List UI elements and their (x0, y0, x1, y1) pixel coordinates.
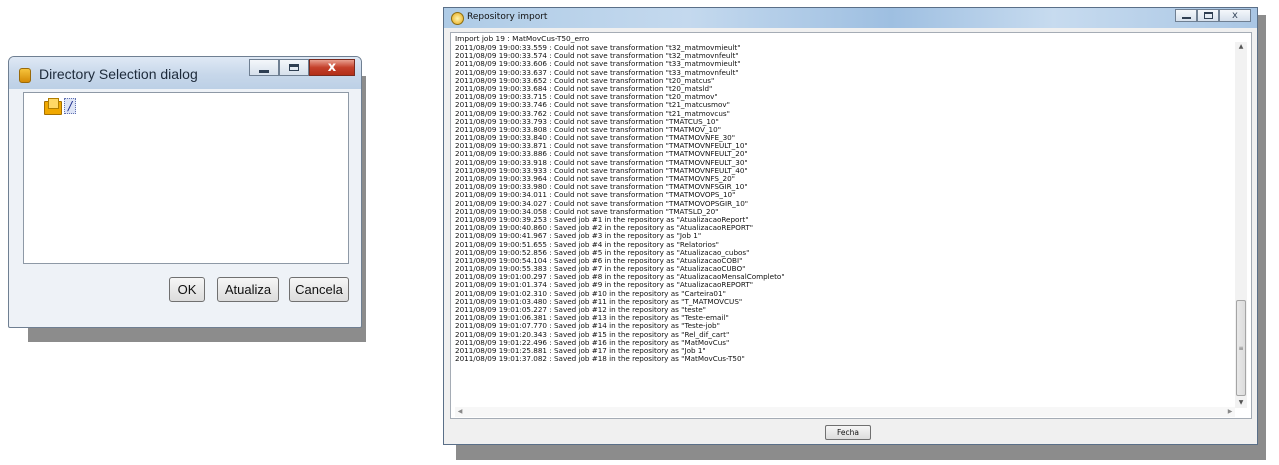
directory-tree[interactable]: / (23, 92, 349, 264)
log-line: 2011/08/09 19:01:37.082 : Saved job #18 … (455, 354, 745, 364)
vertical-scrollbar[interactable]: ▲ ≡ ▼ (1235, 42, 1247, 408)
ok-button[interactable]: OK (169, 277, 205, 302)
close-icon[interactable]: x (1219, 9, 1251, 22)
window-controls: x (1175, 9, 1251, 27)
scroll-down-icon[interactable]: ▼ (1235, 398, 1247, 408)
import-log-panel[interactable]: Import job 19 : MatMovCus-T50_erro 2011/… (450, 32, 1252, 419)
repository-dialog-title: Repository import (467, 12, 548, 22)
tree-root-label: / (64, 98, 77, 114)
app-icon (19, 68, 31, 83)
maximize-icon[interactable] (1197, 9, 1219, 22)
import-log-list: 2011/08/09 19:00:33.559 : Could not save… (455, 43, 785, 364)
close-icon[interactable]: x (309, 59, 355, 76)
repository-import-dialog: Repository import x Import job 19 : MatM… (443, 7, 1258, 445)
scrollbar-thumb[interactable]: ≡ (1236, 300, 1246, 396)
refresh-button[interactable]: Atualiza (217, 277, 279, 302)
scroll-left-icon[interactable]: ◀ (455, 407, 465, 417)
maximize-icon[interactable] (279, 59, 309, 76)
minimize-icon[interactable] (249, 59, 279, 76)
repository-dialog-titlebar[interactable]: Repository import x (444, 8, 1257, 28)
app-icon (451, 12, 464, 25)
scroll-up-icon[interactable]: ▲ (1235, 42, 1247, 52)
horizontal-scrollbar[interactable]: ◀ ▶ (455, 407, 1235, 417)
directory-dialog-titlebar[interactable]: Directory Selection dialog x (9, 57, 361, 89)
scroll-right-icon[interactable]: ▶ (1225, 407, 1235, 417)
directory-selection-dialog: Directory Selection dialog x / OK Atuali… (8, 56, 362, 328)
directory-dialog-title: Directory Selection dialog (39, 66, 198, 82)
cancel-button[interactable]: Cancela (289, 277, 349, 302)
import-job-header: Import job 19 : MatMovCus-T50_erro (455, 34, 590, 43)
minimize-icon[interactable] (1175, 9, 1197, 22)
tree-root-item[interactable]: / (44, 97, 77, 115)
grip-icon: ≡ (1238, 345, 1244, 352)
folder-icon (44, 98, 62, 115)
close-button[interactable]: Fecha (825, 425, 871, 440)
window-controls: x (249, 59, 355, 77)
